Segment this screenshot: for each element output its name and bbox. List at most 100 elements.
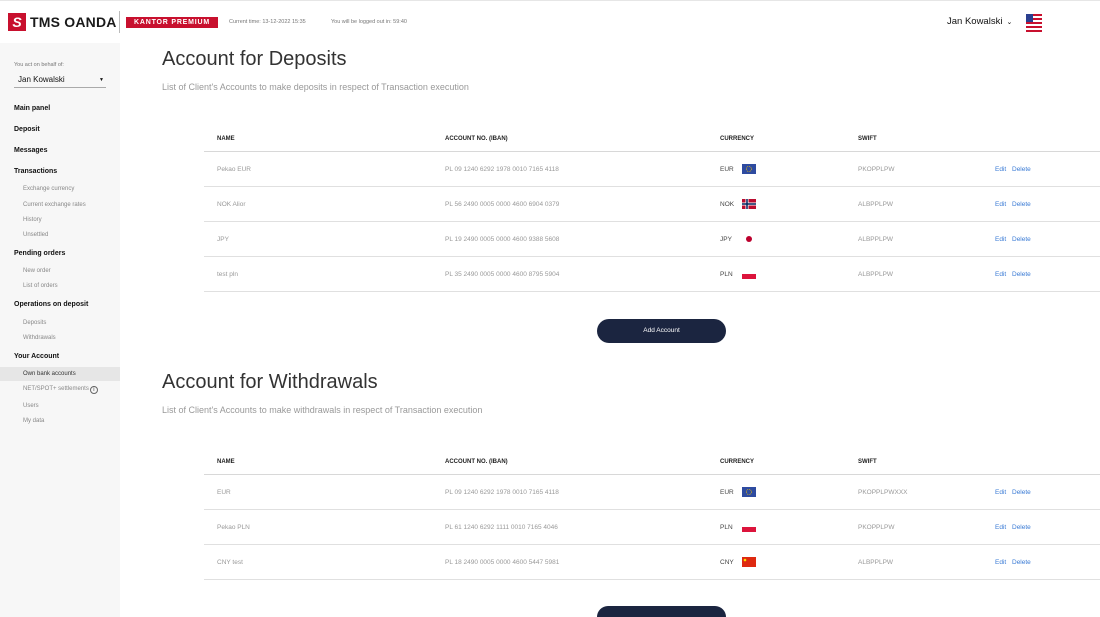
pl-flag-icon bbox=[742, 522, 756, 532]
deposits-subtitle: List of Client's Accounts to make deposi… bbox=[162, 82, 469, 92]
col-currency: CURRENCY bbox=[720, 136, 755, 142]
add-account-button-withdrawals[interactable] bbox=[597, 606, 726, 617]
cn-flag-icon bbox=[742, 557, 756, 567]
user-name: Jan Kowalski bbox=[947, 16, 1003, 27]
tms-oanda-logo[interactable]: S TMS OANDA bbox=[8, 13, 117, 31]
withdrawals-title: Account for Withdrawals bbox=[162, 371, 378, 393]
delete-link[interactable]: Delete bbox=[1012, 166, 1031, 173]
row-iban: PL 18 2490 0005 0000 4600 5447 5981 bbox=[445, 559, 560, 566]
edit-link[interactable]: Edit bbox=[995, 166, 1006, 173]
add-account-button[interactable]: Add Account bbox=[597, 319, 726, 343]
nav-net-spot-label: NET/SPOT+ settlements bbox=[23, 386, 89, 392]
withdrawals-subtitle: List of Client's Accounts to make withdr… bbox=[162, 405, 483, 415]
row-iban: PL 09 1240 6292 1978 0010 7165 4118 bbox=[445, 166, 559, 173]
col-currency: CURRENCY bbox=[720, 459, 755, 465]
table-header: NAME ACCOUNT NO. (IBAN) CURRENCY SWIFT bbox=[204, 131, 1100, 152]
jp-flag-icon bbox=[742, 234, 756, 244]
row-name: test pln bbox=[217, 271, 238, 278]
nav-deposits[interactable]: Deposits bbox=[23, 320, 46, 326]
nav-own-bank-accounts[interactable]: Own bank accounts bbox=[23, 371, 76, 377]
table-row: JPY PL 19 2490 0005 0000 4600 9388 5608 … bbox=[204, 222, 1100, 257]
chevron-down-icon: ⌄ bbox=[1006, 18, 1013, 26]
info-icon[interactable]: i bbox=[89, 386, 98, 394]
table-row: test pln PL 35 2490 0005 0000 4600 8795 … bbox=[204, 257, 1100, 292]
nav-net-spot-settlements[interactable]: NET/SPOT+ settlements i bbox=[23, 386, 98, 394]
nav-transactions[interactable]: Transactions bbox=[14, 168, 57, 175]
logo-text: TMS OANDA bbox=[30, 14, 117, 30]
row-currency: EUR bbox=[720, 166, 734, 173]
row-swift: ALBPPLPW bbox=[858, 559, 894, 566]
current-time: Current time: 13-12-2022 15:35 bbox=[229, 19, 306, 25]
col-account: ACCOUNT NO. (IBAN) bbox=[445, 459, 508, 465]
nav-current-exchange-rates[interactable]: Current exchange rates bbox=[23, 202, 86, 208]
nav-list-of-orders[interactable]: List of orders bbox=[23, 283, 58, 289]
us-flag-language-icon[interactable] bbox=[1026, 14, 1042, 32]
nav-pending-orders[interactable]: Pending orders bbox=[14, 250, 65, 257]
on-behalf-value: Jan Kowalski bbox=[18, 75, 65, 84]
edit-link[interactable]: Edit bbox=[995, 271, 1006, 278]
delete-link[interactable]: Delete bbox=[1012, 559, 1031, 566]
row-iban: PL 61 1240 6292 1111 0010 7165 4046 bbox=[445, 524, 558, 531]
row-iban: PL 56 2490 0005 0000 4600 6904 0379 bbox=[445, 201, 560, 208]
nav-exchange-currency[interactable]: Exchange currency bbox=[23, 186, 74, 192]
deposits-title: Account for Deposits bbox=[162, 48, 347, 70]
row-name: CNY test bbox=[217, 559, 243, 566]
row-swift: PKOPPLPW bbox=[858, 166, 895, 173]
col-name: NAME bbox=[217, 459, 235, 465]
top-header: S TMS OANDA KANTOR PREMIUM Current time:… bbox=[0, 0, 1100, 43]
delete-link[interactable]: Delete bbox=[1012, 201, 1031, 208]
nav-your-account[interactable]: Your Account bbox=[14, 353, 59, 360]
row-name: NOK Alior bbox=[217, 201, 246, 208]
logo-mark-icon: S bbox=[8, 13, 26, 31]
nav-deposit[interactable]: Deposit bbox=[14, 126, 40, 133]
eu-flag-icon bbox=[742, 487, 756, 497]
nav-users[interactable]: Users bbox=[23, 403, 39, 409]
table-row: EUR PL 09 1240 6292 1978 0010 7165 4118 … bbox=[204, 475, 1100, 510]
deposits-table: NAME ACCOUNT NO. (IBAN) CURRENCY SWIFT P… bbox=[204, 131, 1100, 292]
edit-link[interactable]: Edit bbox=[995, 201, 1006, 208]
nav-operations-on-deposit[interactable]: Operations on deposit bbox=[14, 301, 88, 308]
row-swift: PKOPPLPWXXX bbox=[858, 489, 908, 496]
col-name: NAME bbox=[217, 136, 235, 142]
row-name: JPY bbox=[217, 236, 229, 243]
row-swift: ALBPPLPW bbox=[858, 271, 894, 278]
delete-link[interactable]: Delete bbox=[1012, 271, 1031, 278]
row-name: Pekao PLN bbox=[217, 524, 250, 531]
row-currency: PLN bbox=[720, 524, 733, 531]
row-currency: PLN bbox=[720, 271, 733, 278]
col-account: ACCOUNT NO. (IBAN) bbox=[445, 136, 508, 142]
edit-link[interactable]: Edit bbox=[995, 236, 1006, 243]
edit-link[interactable]: Edit bbox=[995, 524, 1006, 531]
row-iban: PL 19 2490 0005 0000 4600 9388 5608 bbox=[445, 236, 560, 243]
dropdown-arrow-icon: ▼ bbox=[99, 76, 104, 83]
edit-link[interactable]: Edit bbox=[995, 489, 1006, 496]
nav-withdrawals[interactable]: Withdrawals bbox=[23, 335, 56, 341]
nav-history[interactable]: History bbox=[23, 217, 42, 223]
table-row: Pekao EUR PL 09 1240 6292 1978 0010 7165… bbox=[204, 152, 1100, 187]
user-menu[interactable]: Jan Kowalski ⌄ bbox=[947, 16, 1012, 27]
col-swift: SWIFT bbox=[858, 136, 877, 142]
nav-my-data[interactable]: My data bbox=[23, 418, 44, 424]
nav-unsettled[interactable]: Unsettled bbox=[23, 232, 48, 238]
on-behalf-select[interactable]: Jan Kowalski ▼ bbox=[14, 72, 106, 88]
nav-main-panel[interactable]: Main panel bbox=[14, 105, 50, 112]
kantor-premium-badge: KANTOR PREMIUM bbox=[126, 17, 219, 28]
withdrawals-table: NAME ACCOUNT NO. (IBAN) CURRENCY SWIFT E… bbox=[204, 454, 1100, 580]
delete-link[interactable]: Delete bbox=[1012, 489, 1031, 496]
sidebar: You act on behalf of: Jan Kowalski ▼ Mai… bbox=[0, 43, 120, 617]
edit-link[interactable]: Edit bbox=[995, 559, 1006, 566]
logout-timer: You will be logged out in: 59:40 bbox=[331, 19, 407, 25]
nav-new-order[interactable]: New order bbox=[23, 268, 51, 274]
row-swift: ALBPPLPW bbox=[858, 201, 894, 208]
row-currency: NOK bbox=[720, 201, 735, 208]
row-iban: PL 09 1240 6292 1978 0010 7165 4118 bbox=[445, 489, 559, 496]
table-row: CNY test PL 18 2490 0005 0000 4600 5447 … bbox=[204, 545, 1100, 580]
table-row: NOK Alior PL 56 2490 0005 0000 4600 6904… bbox=[204, 187, 1100, 222]
no-flag-icon bbox=[742, 199, 756, 209]
on-behalf-label: You act on behalf of: bbox=[14, 62, 64, 68]
delete-link[interactable]: Delete bbox=[1012, 524, 1031, 531]
nav-messages[interactable]: Messages bbox=[14, 147, 47, 154]
row-name: Pekao EUR bbox=[217, 166, 251, 173]
row-name: EUR bbox=[217, 489, 231, 496]
delete-link[interactable]: Delete bbox=[1012, 236, 1031, 243]
